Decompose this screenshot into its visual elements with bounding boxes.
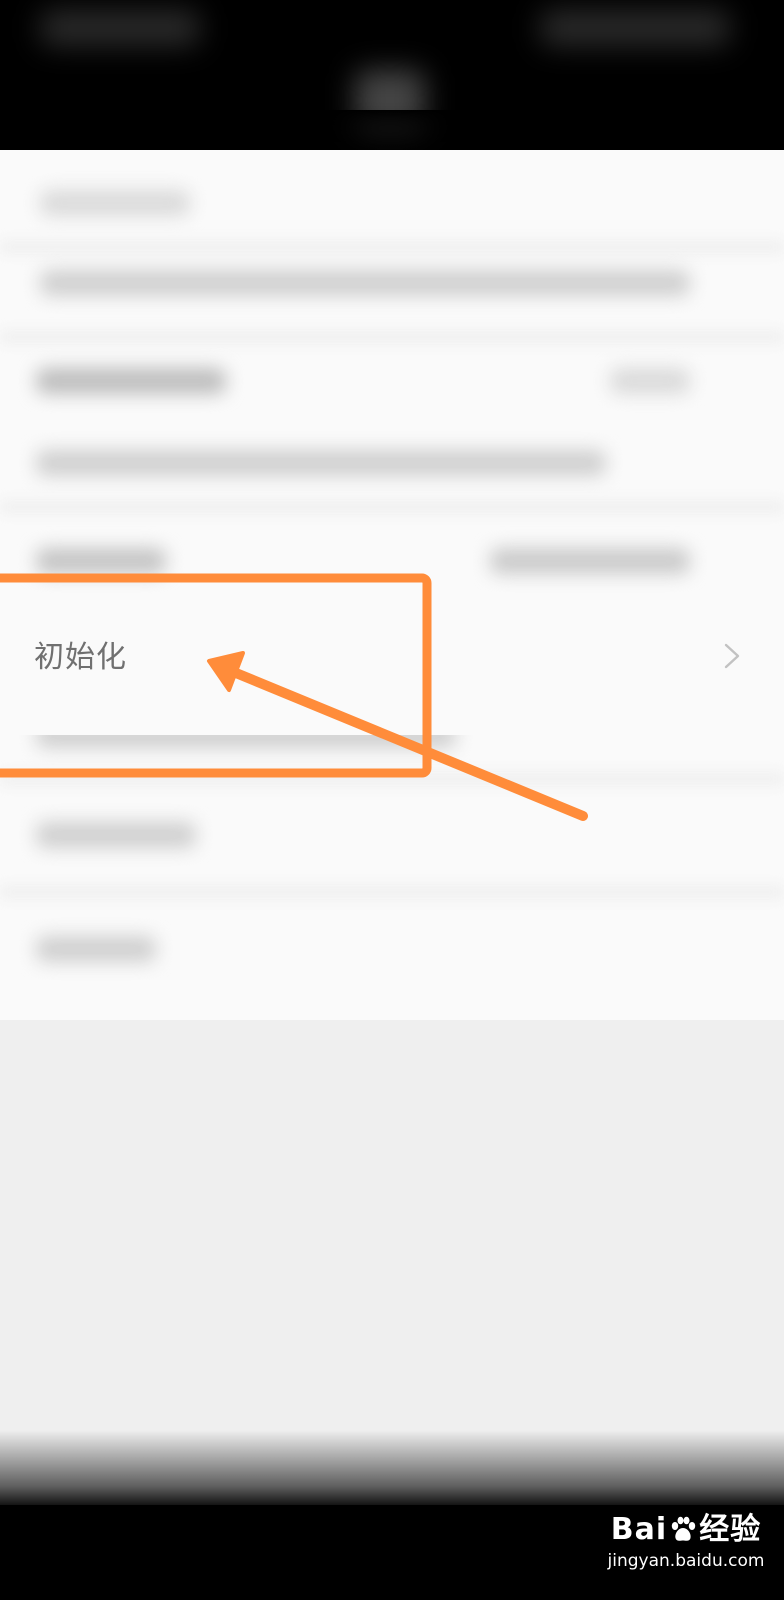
blurred-status-right (540, 10, 730, 46)
watermark-site: jingyan.baidu.com (607, 1551, 765, 1571)
blurred-row-value (610, 368, 690, 394)
row-divider (0, 330, 784, 344)
paw-icon (672, 1516, 696, 1541)
baidu-jingyan-watermark: Bai 经验 jingyan.baidu.com (596, 1510, 776, 1590)
row-divider (0, 500, 784, 514)
chevron-right-icon (724, 643, 740, 669)
watermark-logo-right: 经验 (699, 1512, 762, 1547)
watermark-logo: Bai 经验 (611, 1510, 761, 1550)
screen: 初始化 Bai 经验 jingyan.baidu.com (0, 0, 784, 1600)
blurred-section-title (40, 190, 190, 216)
settings-list (0, 150, 784, 1020)
blurred-row-value (490, 548, 690, 574)
blurred-row-label[interactable] (36, 368, 226, 394)
blurred-row-label[interactable] (36, 936, 156, 962)
row-divider (0, 885, 784, 899)
blurred-row-description (36, 450, 606, 476)
blurred-row-label[interactable] (36, 822, 196, 848)
watermark-logo-left: Bai (610, 1512, 668, 1547)
blurred-row-label[interactable] (36, 548, 166, 574)
row-divider (0, 772, 784, 786)
blurred-status-left (40, 10, 200, 46)
row-divider (0, 240, 784, 254)
blurred-row-text (40, 270, 690, 296)
settings-item-initialize-label: 初始化 (34, 640, 127, 675)
nav-fade (0, 1430, 784, 1510)
